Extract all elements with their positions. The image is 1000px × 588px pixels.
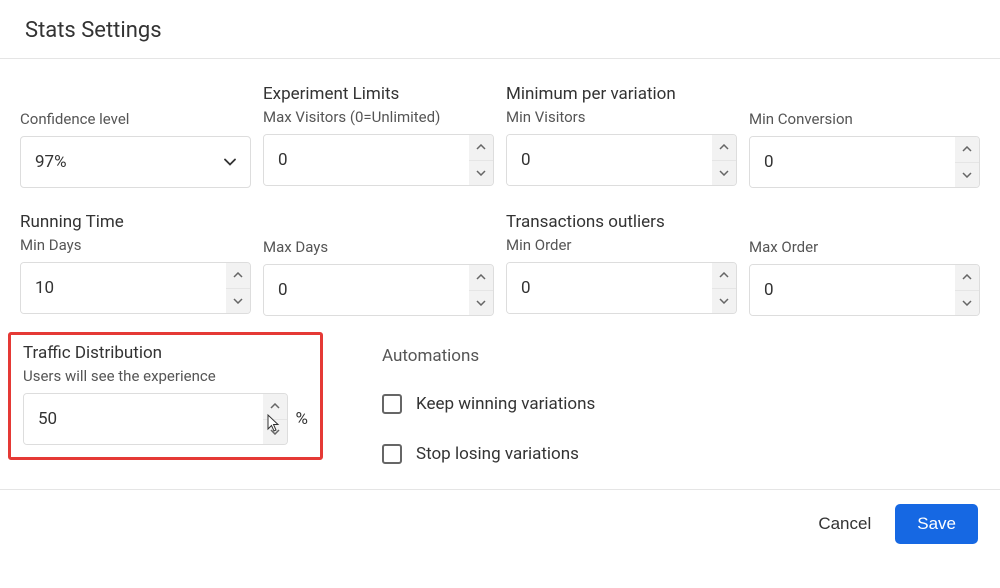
chevron-down-icon bbox=[233, 298, 243, 304]
max-order-input[interactable]: 0 bbox=[749, 264, 980, 316]
confidence-level-label: Confidence level bbox=[20, 110, 251, 128]
max-visitors-input[interactable]: 0 bbox=[263, 134, 494, 186]
min-order-step-down[interactable] bbox=[712, 289, 736, 314]
transactions-outliers-title: Transactions outliers bbox=[506, 212, 737, 232]
max-days-value: 0 bbox=[264, 265, 469, 315]
min-conversion-step-down[interactable] bbox=[955, 163, 979, 188]
min-days-label: Min Days bbox=[20, 236, 251, 254]
modal-footer: Cancel Save bbox=[0, 489, 1000, 544]
chevron-up-icon bbox=[476, 274, 486, 280]
min-days-step-up[interactable] bbox=[226, 263, 250, 289]
chevron-down-icon bbox=[962, 172, 972, 178]
page-title: Stats Settings bbox=[25, 18, 975, 43]
max-order-step-down[interactable] bbox=[955, 291, 979, 316]
max-days-input[interactable]: 0 bbox=[263, 264, 494, 316]
min-per-variation-title: Minimum per variation bbox=[506, 84, 737, 104]
max-visitors-label: Max Visitors (0=Unlimited) bbox=[263, 108, 494, 126]
running-time-title: Running Time bbox=[20, 212, 251, 232]
stop-losing-label: Stop losing variations bbox=[416, 444, 579, 464]
min-order-value: 0 bbox=[507, 263, 712, 313]
chevron-up-icon bbox=[233, 272, 243, 278]
max-visitors-step-up[interactable] bbox=[469, 135, 493, 161]
traffic-distribution-input[interactable]: 50 bbox=[23, 393, 288, 445]
min-order-input[interactable]: 0 bbox=[506, 262, 737, 314]
max-order-value: 0 bbox=[750, 265, 955, 315]
max-visitors-value: 0 bbox=[264, 135, 469, 185]
chevron-up-icon bbox=[962, 274, 972, 280]
max-days-label: Max Days bbox=[263, 238, 494, 256]
min-order-label: Min Order bbox=[506, 236, 737, 254]
percent-unit: % bbox=[296, 409, 308, 429]
stop-losing-checkbox[interactable] bbox=[382, 444, 402, 464]
chevron-down-icon bbox=[476, 300, 486, 306]
experiment-limits-title: Experiment Limits bbox=[263, 84, 494, 104]
modal-header: Stats Settings bbox=[0, 0, 1000, 59]
keep-winning-checkbox[interactable] bbox=[382, 394, 402, 414]
min-conversion-value: 0 bbox=[750, 137, 955, 187]
form-area: Confidence level 97% Experiment Limits M… bbox=[0, 59, 1000, 489]
min-conversion-input[interactable]: 0 bbox=[749, 136, 980, 188]
chevron-down-icon bbox=[476, 170, 486, 176]
save-button[interactable]: Save bbox=[895, 504, 978, 544]
min-visitors-label: Min Visitors bbox=[506, 108, 737, 126]
chevron-down-icon bbox=[719, 170, 729, 176]
chevron-down-icon bbox=[962, 300, 972, 306]
min-days-step-down[interactable] bbox=[226, 289, 250, 314]
chevron-up-icon bbox=[270, 403, 280, 409]
chevron-down-icon bbox=[224, 156, 236, 168]
chevron-up-icon bbox=[719, 144, 729, 150]
min-visitors-step-up[interactable] bbox=[712, 135, 736, 161]
chevron-down-icon bbox=[270, 429, 280, 435]
min-visitors-input[interactable]: 0 bbox=[506, 134, 737, 186]
min-order-step-up[interactable] bbox=[712, 263, 736, 289]
automations-title: Automations bbox=[382, 346, 980, 366]
chevron-down-icon bbox=[719, 298, 729, 304]
keep-winning-label: Keep winning variations bbox=[416, 394, 595, 414]
min-conversion-label: Min Conversion bbox=[749, 110, 980, 128]
traffic-distribution-subtitle: Users will see the experience bbox=[23, 367, 308, 385]
traffic-distribution-value: 50 bbox=[24, 394, 263, 444]
confidence-level-select[interactable]: 97% bbox=[20, 136, 251, 188]
chevron-up-icon bbox=[962, 146, 972, 152]
max-days-step-down[interactable] bbox=[469, 291, 493, 316]
traffic-step-down[interactable] bbox=[263, 420, 287, 445]
max-order-label: Max Order bbox=[749, 238, 980, 256]
max-order-step-up[interactable] bbox=[955, 265, 979, 291]
traffic-distribution-title: Traffic Distribution bbox=[23, 343, 308, 363]
min-conversion-step-up[interactable] bbox=[955, 137, 979, 163]
cancel-button[interactable]: Cancel bbox=[814, 504, 875, 544]
traffic-step-up[interactable] bbox=[263, 394, 287, 420]
chevron-up-icon bbox=[719, 272, 729, 278]
max-visitors-step-down[interactable] bbox=[469, 161, 493, 186]
min-visitors-value: 0 bbox=[507, 135, 712, 185]
min-days-input[interactable]: 10 bbox=[20, 262, 251, 314]
traffic-distribution-highlight: Traffic Distribution Users will see the … bbox=[8, 332, 323, 460]
min-days-value: 10 bbox=[21, 263, 226, 313]
min-visitors-step-down[interactable] bbox=[712, 161, 736, 186]
chevron-up-icon bbox=[476, 144, 486, 150]
confidence-level-value: 97% bbox=[35, 152, 67, 172]
max-days-step-up[interactable] bbox=[469, 265, 493, 291]
